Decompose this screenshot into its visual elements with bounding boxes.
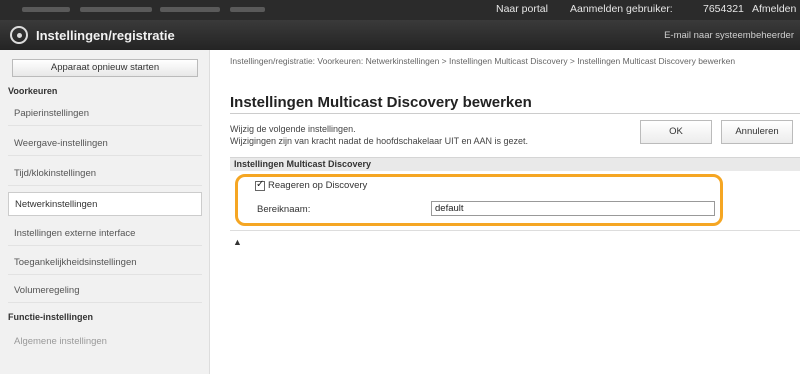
mail-admin-link[interactable]: E-mail naar systeembeheerder	[664, 30, 794, 41]
cancel-button[interactable]: Annuleren	[721, 120, 793, 144]
blurred-text	[22, 7, 70, 12]
sidebar-section-preferences: Voorkeuren	[8, 86, 58, 96]
restart-device-button[interactable]: Apparaat opnieuw starten	[12, 59, 198, 77]
login-user-label: Aanmelden gebruiker:	[570, 3, 673, 15]
ok-button[interactable]: OK	[640, 120, 712, 144]
top-bar: Naar portal Aanmelden gebruiker: 7654321…	[0, 0, 800, 20]
sidebar-item-clock[interactable]: Tijd/klokinstellingen	[8, 162, 202, 186]
back-to-top-icon[interactable]: ▲	[233, 237, 242, 247]
scope-name-label: Bereiknaam:	[257, 204, 311, 215]
scope-name-input[interactable]	[431, 201, 715, 216]
blurred-text	[230, 7, 265, 12]
respond-discovery-row[interactable]: Reageren op Discovery	[255, 179, 368, 191]
breadcrumb: Instellingen/registratie: Voorkeuren: Ne…	[230, 56, 736, 66]
title-bar: Instellingen/registratie E-mail naar sys…	[0, 20, 800, 50]
page-title: Instellingen Multicast Discovery bewerke…	[230, 94, 532, 111]
sidebar-item-network[interactable]: Netwerkinstellingen	[8, 192, 202, 216]
sidebar: Apparaat opnieuw starten Voorkeuren Papi…	[0, 50, 210, 374]
respond-discovery-checkbox[interactable]	[255, 179, 265, 191]
description-note: Wijzigingen zijn van kracht nadat de hoo…	[230, 136, 528, 146]
divider	[230, 113, 800, 114]
logout-link[interactable]: Afmelden	[752, 3, 796, 15]
respond-discovery-label: Reageren op Discovery	[268, 180, 368, 191]
sidebar-item-accessibility[interactable]: Toegankelijkheidsinstellingen	[8, 251, 202, 275]
sidebar-item-display[interactable]: Weergave-instellingen	[8, 132, 202, 156]
sidebar-item-volume[interactable]: Volumeregeling	[8, 279, 202, 303]
portal-link[interactable]: Naar portal	[496, 3, 548, 15]
sidebar-item-paper[interactable]: Papierinstellingen	[8, 102, 202, 126]
user-id: 7654321	[703, 3, 744, 15]
app-title: Instellingen/registratie	[36, 28, 175, 43]
divider	[230, 230, 800, 231]
section-header: Instellingen Multicast Discovery	[230, 157, 800, 171]
blurred-text	[80, 7, 152, 12]
description-text: Wijzig de volgende instellingen.	[230, 124, 356, 134]
sidebar-item-external-interface[interactable]: Instellingen externe interface	[8, 222, 202, 246]
settings-gear-icon	[10, 26, 28, 44]
sidebar-item-general[interactable]: Algemene instellingen	[8, 330, 202, 354]
sidebar-section-functions: Functie-instellingen	[8, 312, 94, 322]
blurred-text	[160, 7, 220, 12]
main-content: Instellingen/registratie: Voorkeuren: Ne…	[210, 50, 800, 374]
